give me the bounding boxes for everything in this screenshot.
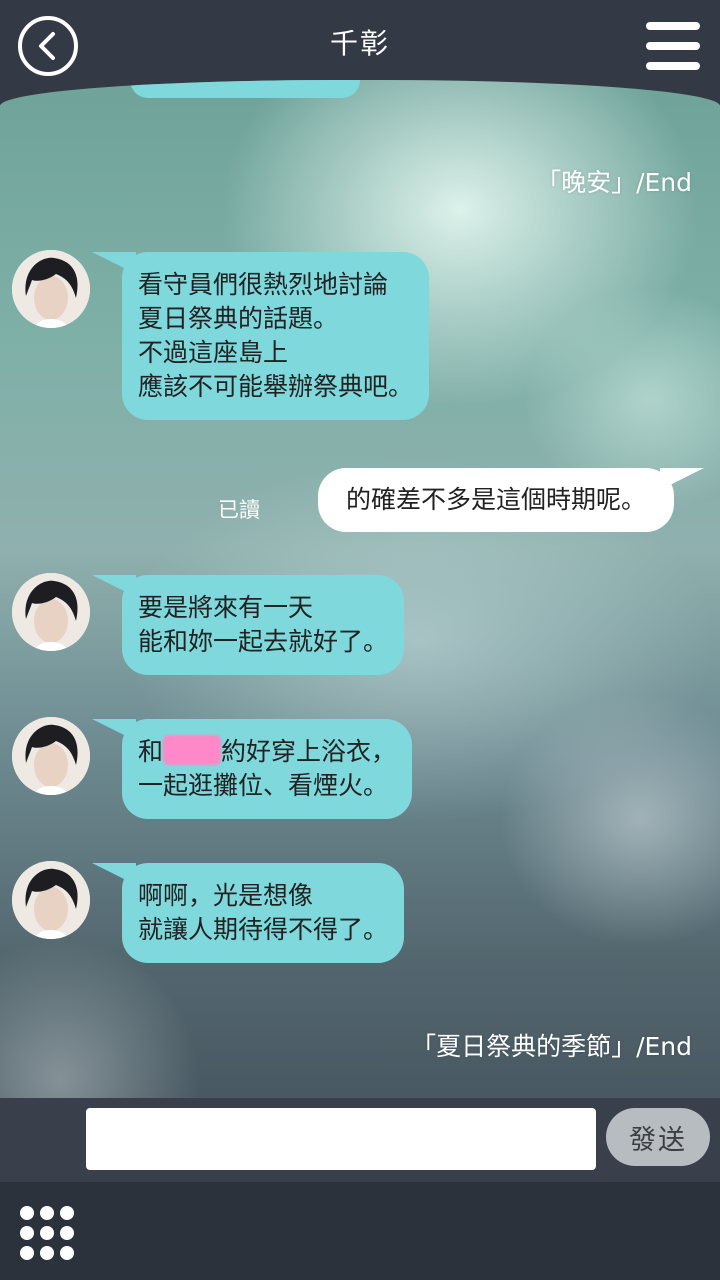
message-bubble: 看守員們很熱烈地討論 夏日祭典的話題。 不過這座島上 應該不可能舉辦祭典吧。 [91,252,430,420]
chapter-end-label: 「夏日祭典的季節」/End [411,1032,692,1061]
page-title: 千彰 [329,27,390,60]
hamburger-menu-icon [646,22,700,30]
menu-button[interactable] [646,22,700,70]
previous-message-bubble [130,80,360,98]
message-bubble: 和約好穿上浴衣， 一起逛攤位、看煙火。 [91,719,413,819]
character-portrait [12,250,90,328]
character-portrait [12,573,90,651]
avatar [12,250,90,328]
composer-bar: 發送 [0,1098,720,1182]
message-bubble: 啊啊，光是想像 就讓人期待得不得了。 [91,863,405,963]
avatar [12,861,90,939]
chat-area[interactable]: 「晚安」/End 看守員們很熱烈地討論 夏日祭典的話題。 不過這座島上 應該不可… [0,80,720,1120]
send-button[interactable]: 發送 [606,1108,710,1166]
my-message-bubble: 的確差不多是這個時期呢。 [317,468,705,532]
avatar [12,573,90,651]
message-bubble: 要是將來有一天 能和妳一起去就好了。 [91,575,405,675]
bottom-bar [0,1182,720,1280]
character-portrait [12,861,90,939]
character-portrait [12,717,90,795]
chapter-end-label: 「晚安」/End [536,168,692,197]
grid-menu-icon[interactable] [20,1206,74,1260]
message-input[interactable] [86,1108,596,1170]
redacted-name [163,735,222,765]
read-status: 已讀 [218,498,260,522]
message-text-prefix: 和 [138,737,164,766]
avatar [12,717,90,795]
